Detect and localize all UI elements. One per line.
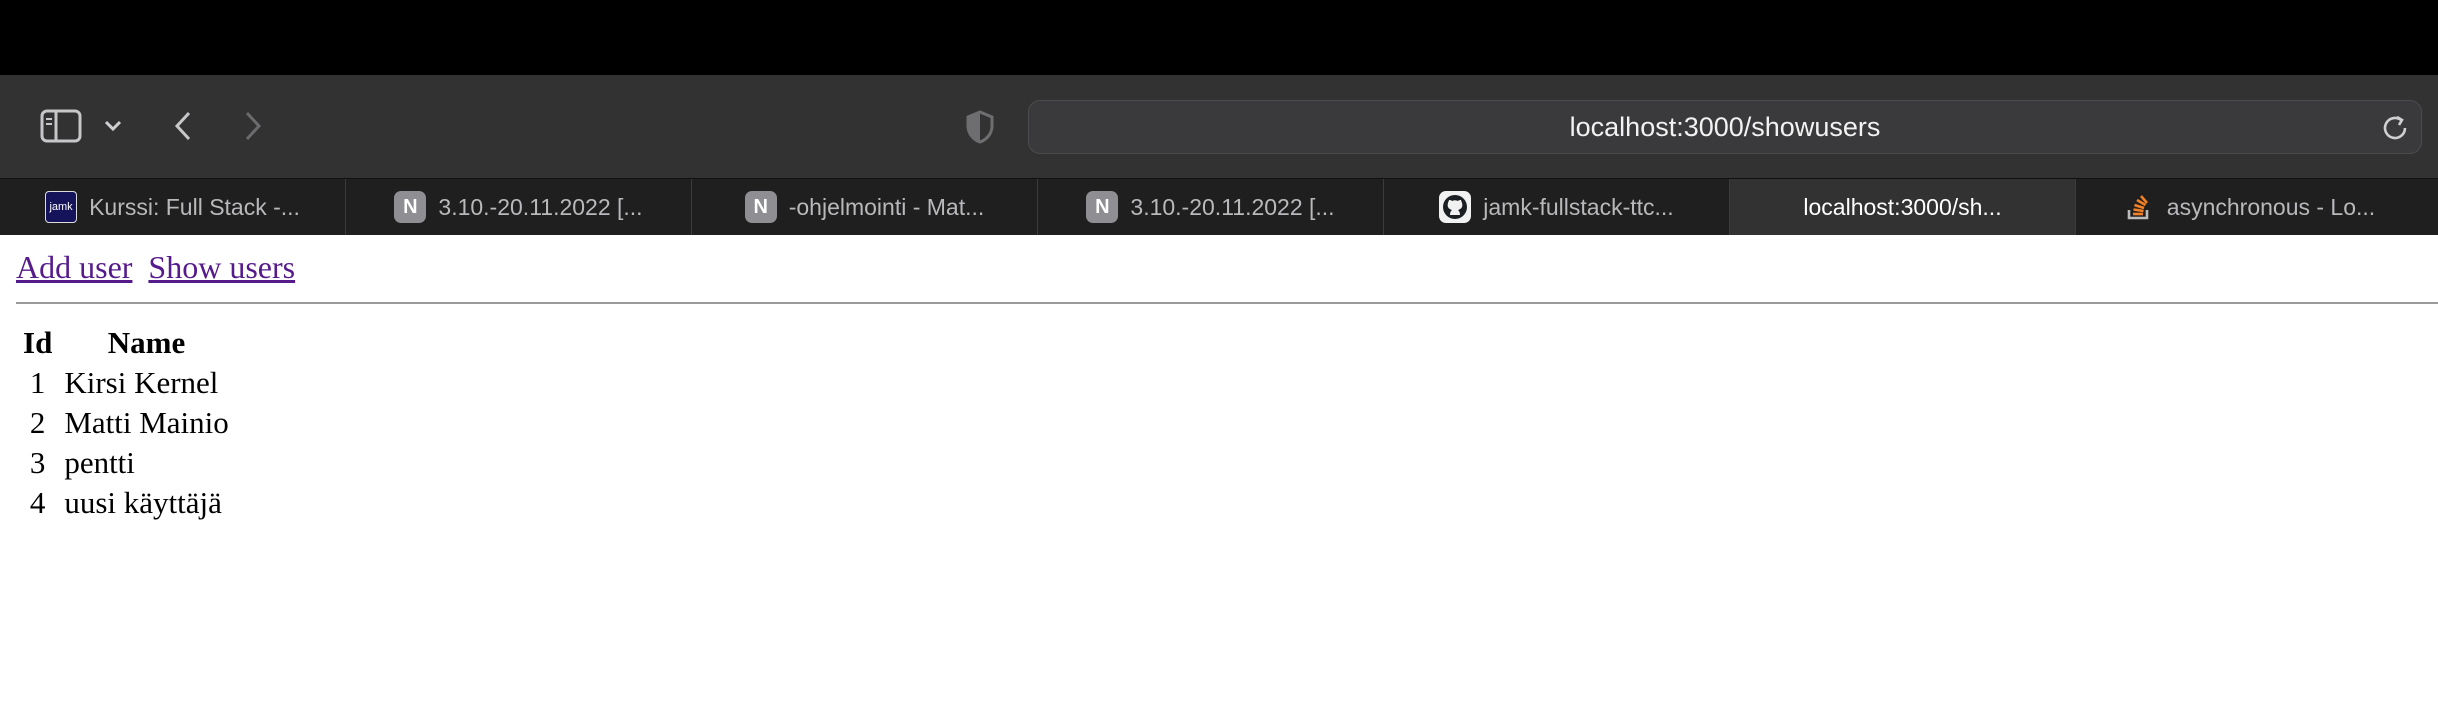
notion-icon: N (744, 191, 777, 223)
privacy-shield-icon[interactable] (964, 108, 996, 146)
tab-label: -ohjelmointi - Mat... (788, 193, 985, 220)
table-row: 3 pentti (20, 445, 232, 481)
chevron-down-icon[interactable] (100, 113, 126, 139)
address-bar[interactable]: localhost:3000/showusers (1028, 100, 2422, 154)
page-nav: Add user Show users (16, 249, 303, 286)
jamk-icon: jamk (45, 191, 78, 223)
user-name: pentti (64, 445, 135, 480)
sidebar-toggle-icon[interactable] (40, 107, 82, 145)
user-id: 1 (29, 365, 46, 400)
horizontal-rule (16, 302, 2438, 304)
page-content: Add user Show users Id Name 1 Kirsi Kern… (0, 235, 2438, 708)
forward-icon[interactable] (236, 105, 270, 147)
github-icon (1439, 191, 1472, 223)
tab-label: localhost:3000/sh... (1803, 193, 2002, 220)
notion-icon: N (394, 191, 427, 223)
user-id: 3 (29, 445, 46, 480)
user-name: Kirsi Kernel (64, 365, 219, 400)
tab-label: 3.10.-20.11.2022 [... (438, 193, 643, 220)
stackoverflow-icon (2123, 191, 2155, 223)
back-icon[interactable] (166, 105, 200, 147)
reload-icon[interactable] (2379, 111, 2413, 145)
user-name: Matti Mainio (64, 405, 229, 440)
tab-label: jamk-fullstack-ttc... (1483, 193, 1674, 220)
table-header-row: Id Name (20, 325, 232, 361)
tab-label: 3.10.-20.11.2022 [... (1130, 193, 1335, 220)
screen-top-bar (0, 0, 2438, 75)
add-user-link[interactable]: Add user (16, 249, 132, 285)
table-row: 1 Kirsi Kernel (20, 365, 232, 401)
tab-label: Kurssi: Full Stack -... (89, 193, 300, 220)
column-header-name: Name (107, 325, 186, 360)
tab-github[interactable]: jamk-fullstack-ttc... (1384, 179, 1730, 235)
table-row: 2 Matti Mainio (20, 405, 232, 441)
table-row: 4 uusi käyttäjä (20, 485, 232, 521)
tab-stackoverflow[interactable]: asynchronous - Lo... (2076, 179, 2422, 235)
tab-notion-3[interactable]: N 3.10.-20.11.2022 [... (1038, 179, 1384, 235)
user-name: uusi käyttäjä (64, 485, 222, 520)
tab-notion-2[interactable]: N -ohjelmointi - Mat... (692, 179, 1038, 235)
notion-icon: N (1086, 191, 1119, 223)
address-text: localhost:3000/showusers (1569, 111, 1881, 142)
users-table: Id Name 1 Kirsi Kernel 2 Matti Mainio 3 … (14, 321, 238, 525)
user-id: 4 (29, 485, 46, 520)
column-header-id: Id (23, 325, 53, 360)
tab-label: asynchronous - Lo... (2166, 193, 2376, 220)
tab-localhost-active[interactable]: localhost:3000/sh... (1730, 179, 2076, 235)
browser-toolbar: localhost:3000/showusers (0, 75, 2438, 178)
tab-jamk-course[interactable]: jamk Kurssi: Full Stack -... (0, 179, 346, 235)
show-users-link[interactable]: Show users (148, 249, 295, 285)
tab-bar: jamk Kurssi: Full Stack -... N 3.10.-20.… (0, 178, 2438, 235)
user-id: 2 (29, 405, 46, 440)
tab-notion-1[interactable]: N 3.10.-20.11.2022 [... (346, 179, 692, 235)
